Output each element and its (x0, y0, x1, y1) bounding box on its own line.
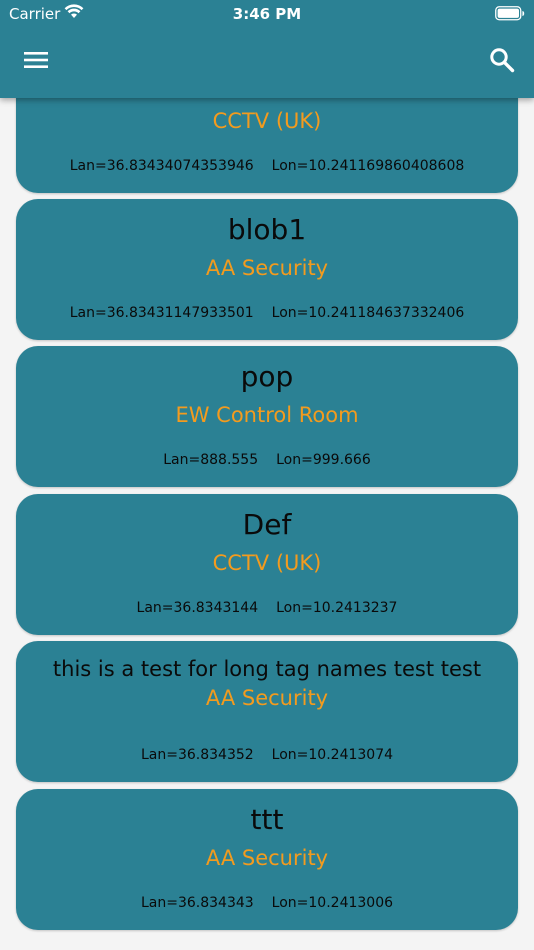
tag-card[interactable]: Def CCTV (UK) Lan=36.8343144 Lon=10.24132… (16, 494, 518, 635)
tag-latitude: Lan=36.8343144 (136, 600, 259, 616)
tag-longitude: Lon=10.2413006 (271, 895, 394, 911)
tag-latitude: Lan=36.83434074353946 (69, 158, 254, 174)
menu-button[interactable] (14, 44, 58, 80)
tag-card[interactable]: blob1 AA Security Lan=36.83431147933501 L… (16, 199, 518, 340)
search-button[interactable] (482, 42, 522, 82)
tag-longitude: Lon=999.666 (276, 452, 371, 468)
battery-icon (495, 6, 525, 25)
tag-company: AA Security (205, 846, 329, 870)
tag-card[interactable]: ttt AA Security Lan=36.834343 Lon=10.2413… (16, 789, 518, 930)
tag-coordinates: Lan=36.83431147933501 Lon=10.241184637332… (16, 305, 518, 321)
tag-name: Def (242, 508, 292, 541)
tag-company: EW Control Room (175, 403, 359, 427)
tag-longitude: Lon=10.2413237 (276, 600, 398, 616)
tag-coordinates: Lan=36.83434074353946 Lon=10.241169860408… (16, 158, 518, 174)
tag-longitude: Lon=10.241184637332406 (271, 305, 465, 321)
tag-company: AA Security (205, 686, 329, 710)
tag-name: ttt (250, 803, 284, 836)
tag-card[interactable]: pop EW Control Room Lan=888.555 Lon=999.6… (16, 346, 518, 487)
tag-longitude: Lon=10.241169860408608 (271, 158, 465, 174)
hamburger-menu-icon (23, 50, 49, 74)
tag-latitude: Lan=36.83431147933501 (69, 305, 254, 321)
tag-latitude: Lan=36.834343 (140, 895, 254, 911)
tag-coordinates: Lan=36.834343 Lon=10.2413006 (16, 895, 518, 911)
tag-company: CCTV (UK) (212, 109, 322, 133)
search-icon (489, 47, 515, 77)
app-bar: Carrier 3:46 PM (0, 0, 534, 98)
tag-longitude: Lon=10.2413074 (271, 747, 394, 763)
tag-name: pop (240, 360, 294, 393)
tag-list[interactable]: CCTV (UK) Lan=36.83434074353946 Lon=10.24… (0, 0, 534, 950)
tag-latitude: Lan=888.555 (163, 452, 259, 468)
status-bar: Carrier 3:46 PM (0, 0, 534, 30)
tag-card[interactable]: this is a test for long tag names test t… (16, 641, 518, 782)
tag-name: this is a test for long tag names test t… (52, 657, 482, 681)
tag-company: AA Security (205, 256, 329, 280)
tag-name: blob1 (227, 213, 307, 246)
status-time: 3:46 PM (232, 5, 302, 23)
tag-coordinates: Lan=36.8343144 Lon=10.2413237 (16, 600, 518, 616)
tag-coordinates: Lan=36.834352 Lon=10.2413074 (16, 747, 518, 763)
tag-company: CCTV (UK) (212, 551, 322, 575)
tag-coordinates: Lan=888.555 Lon=999.666 (16, 452, 518, 468)
tag-latitude: Lan=36.834352 (140, 747, 254, 763)
